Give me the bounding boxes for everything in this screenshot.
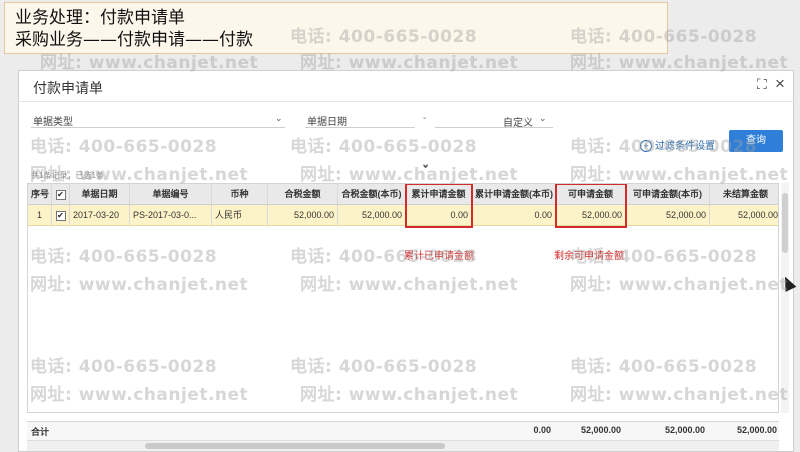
col-select-all[interactable]: ✔ <box>52 184 70 204</box>
doc-date-label: 单据日期 <box>307 117 347 128</box>
col-cum-applied-local[interactable]: 累计申请金额(本币) <box>472 184 556 204</box>
doc-type-chevron-down-icon[interactable]: ⌄ <box>275 113 283 124</box>
vertical-scrollbar[interactable] <box>781 183 789 413</box>
payment-request-dialog: 付款申请单 ⛶ × 单据类型 ⌄ 单据日期 - 自定义 ⌄ + 过滤条件设置 查询… <box>18 70 794 452</box>
total-unsettled: 52,000.00 <box>736 425 777 435</box>
cum-applied-highlight-box <box>405 184 473 228</box>
row-unsettled: 52,000.00 <box>710 205 778 225</box>
title-divider <box>19 101 793 102</box>
col-date[interactable]: 单据日期 <box>70 184 130 204</box>
row-date: 2017-03-20 <box>70 205 130 225</box>
instruction-banner: 业务处理：付款申请单 采购业务——付款申请——付款 <box>4 2 668 54</box>
cum-applied-note: 累计已申请金额 <box>404 251 474 262</box>
date-separator: - <box>423 113 427 124</box>
remaining-note: 剩余可申请金额 <box>554 251 624 262</box>
row-seq: 1 <box>28 205 52 225</box>
row-applicable-local: 52,000.00 <box>626 205 710 225</box>
record-count: 共1条记录，已选1条 <box>31 171 104 180</box>
maximize-icon[interactable]: ⛶ <box>757 76 767 93</box>
col-seq[interactable]: 序号 <box>28 184 52 204</box>
banner-title: 业务处理：付款申请单 <box>15 8 185 28</box>
total-cum-applied-local: 0.00 <box>533 425 551 435</box>
row-amount-tax-local: 52,000.00 <box>338 205 406 225</box>
vertical-scroll-thumb[interactable] <box>782 193 788 253</box>
filter-settings-link[interactable]: + 过滤条件设置 <box>640 137 715 152</box>
table-row[interactable]: 1 ✔ 2017-03-20 PS-2017-03-0... 人民币 52,00… <box>28 205 778 226</box>
table-header: 序号 ✔ 单据日期 单据编号 币种 合税金额 合税金额(本币) 累计申请金额 累… <box>28 184 778 205</box>
banner-subtitle: 采购业务——付款申请——付款 <box>15 30 253 50</box>
date-from-field[interactable] <box>305 127 415 128</box>
collapse-chevron-icon[interactable]: ⌄ ⌄ <box>421 157 430 183</box>
dialog-title: 付款申请单 <box>33 80 103 96</box>
total-label: 合计 <box>31 427 50 437</box>
row-checkbox[interactable]: ✔ <box>55 210 66 221</box>
applicable-highlight-box <box>555 184 627 228</box>
row-select[interactable]: ✔ <box>52 205 70 225</box>
close-icon[interactable]: × <box>775 74 785 94</box>
col-number[interactable]: 单据编号 <box>130 184 212 204</box>
horizontal-scrollbar[interactable] <box>27 440 779 451</box>
doc-type-select[interactable] <box>31 127 285 128</box>
query-button[interactable]: 查询 <box>729 130 783 152</box>
col-applicable-local[interactable]: 可申请金额(本币) <box>626 184 710 204</box>
row-currency: 人民币 <box>212 205 268 225</box>
col-currency[interactable]: 币种 <box>212 184 268 204</box>
total-applicable-local: 52,000.00 <box>664 425 705 435</box>
select-all-checkbox[interactable]: ✔ <box>55 189 66 200</box>
total-applicable: 52,000.00 <box>580 425 621 435</box>
row-cum-applied-local: 0.00 <box>472 205 556 225</box>
totals-row: 合计 0.00 52,000.00 52,000.00 52,000.00 <box>27 421 779 440</box>
row-number[interactable]: PS-2017-03-0... <box>130 205 212 225</box>
col-amount-tax-local[interactable]: 合税金额(本币) <box>338 184 406 204</box>
doc-type-label: 单据类型 <box>33 117 73 128</box>
filter-settings-label: 过滤条件设置 <box>655 141 715 152</box>
date-to-field[interactable] <box>435 127 505 128</box>
horizontal-scroll-thumb[interactable] <box>145 443 445 449</box>
plus-circle-icon: + <box>640 140 652 152</box>
date-range-chevron-down-icon[interactable]: ⌄ <box>539 113 547 124</box>
col-amount-tax[interactable]: 合税金额 <box>268 184 338 204</box>
col-unsettled[interactable]: 未结算金额 <box>710 184 778 204</box>
payment-request-table: 序号 ✔ 单据日期 单据编号 币种 合税金额 合税金额(本币) 累计申请金额 累… <box>27 183 779 413</box>
row-amount-tax: 52,000.00 <box>268 205 338 225</box>
date-range-underline <box>499 127 553 128</box>
